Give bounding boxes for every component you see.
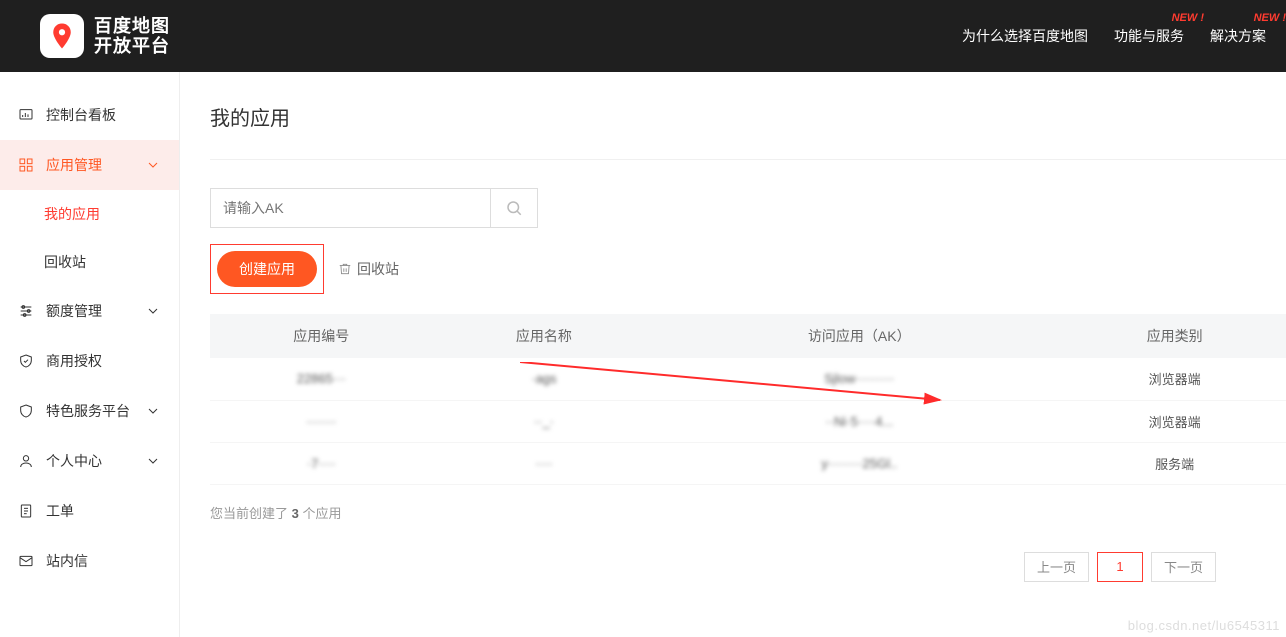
sidebar-my-apps[interactable]: 我的应用 [0, 190, 179, 238]
search-button[interactable] [490, 188, 538, 228]
sidebar-license[interactable]: 商用授权 [0, 336, 179, 386]
nav-solutions[interactable]: 解决方案NEW ! [1210, 26, 1266, 46]
sidebar-item-label: 额度管理 [46, 301, 102, 321]
new-badge: NEW ! [1172, 12, 1204, 24]
sidebar-item-label: 站内信 [46, 551, 88, 571]
sidebar-messages[interactable]: 站内信 [0, 536, 179, 586]
sidebar-item-label: 控制台看板 [46, 105, 116, 125]
table-row[interactable]: ·7···· ···· y········25Gl.. 服务端 [210, 442, 1286, 484]
watermark: blog.csdn.net/lu6545311 [1128, 618, 1280, 633]
sidebar-item-label: 特色服务平台 [46, 401, 130, 421]
main-panel: 我的应用 创建应用 回收站 应用编号 [180, 72, 1286, 637]
top-nav: 为什么选择百度地图 功能与服务NEW ! 解决方案NEW ! [962, 26, 1266, 46]
apps-table: 应用编号 应用名称 访问应用（AK） 应用类别 22865··· ·ags Sj… [210, 314, 1286, 485]
logo-text: 百度地图 开放平台 [94, 16, 170, 56]
sidebar-quota[interactable]: 额度管理 [0, 286, 179, 336]
chevron-down-icon [145, 303, 161, 319]
dashboard-icon [18, 107, 34, 123]
apps-card: 创建应用 回收站 应用编号 应用名称 访问应用（AK） 应用类别 [210, 159, 1286, 612]
prev-page-button[interactable]: 上一页 [1024, 552, 1089, 582]
sidebar-dashboard[interactable]: 控制台看板 [0, 90, 179, 140]
pagination: 上一页 1 下一页 [210, 522, 1286, 612]
sidebar-services[interactable]: 特色服务平台 [0, 386, 179, 436]
logo-icon [40, 14, 84, 58]
sidebar-apps[interactable]: 应用管理 [0, 140, 179, 190]
summary-text: 您当前创建了 3 个应用 [210, 503, 1286, 522]
page-title: 我的应用 [210, 102, 1286, 131]
sidebar-item-label: 工单 [46, 501, 74, 521]
doc-icon [18, 503, 34, 519]
col-name: 应用名称 [433, 314, 656, 358]
nav-features[interactable]: 功能与服务NEW ! [1114, 26, 1184, 46]
create-app-button[interactable]: 创建应用 [217, 251, 317, 287]
nav-why[interactable]: 为什么选择百度地图 [962, 26, 1088, 46]
apps-icon [18, 157, 34, 173]
chevron-down-icon [145, 157, 161, 173]
chevron-down-icon [145, 403, 161, 419]
col-type: 应用类别 [1063, 314, 1286, 358]
top-header: 百度地图 开放平台 为什么选择百度地图 功能与服务NEW ! 解决方案NEW ! [0, 0, 1286, 72]
page-1-button[interactable]: 1 [1097, 552, 1143, 582]
col-id: 应用编号 [210, 314, 433, 358]
table-row[interactable]: ······· ··_· ··Ni·5····4... 浏览器端 [210, 400, 1286, 442]
create-highlight-box: 创建应用 [210, 244, 324, 294]
sidebar-recycle[interactable]: 回收站 [0, 238, 179, 286]
search-icon [505, 199, 523, 217]
action-row: 创建应用 回收站 [210, 244, 1286, 294]
chevron-down-icon [145, 453, 161, 469]
sidebar-item-label: 个人中心 [46, 451, 102, 471]
mail-icon [18, 553, 34, 569]
sidebar-item-label: 应用管理 [46, 155, 102, 175]
sidebar-item-label: 商用授权 [46, 351, 102, 371]
search-row [210, 188, 1286, 228]
sliders-icon [18, 303, 34, 319]
trash-icon [338, 262, 352, 276]
sidebar: 控制台看板 应用管理 我的应用 回收站 额度管理 商用授权 特色服务平台 个人中… [0, 72, 180, 637]
user-icon [18, 453, 34, 469]
logo[interactable]: 百度地图 开放平台 [40, 14, 170, 58]
sidebar-profile[interactable]: 个人中心 [0, 436, 179, 486]
sidebar-tickets[interactable]: 工单 [0, 486, 179, 536]
col-ak: 访问应用（AK） [655, 314, 1063, 358]
recycle-link[interactable]: 回收站 [338, 259, 399, 279]
next-page-button[interactable]: 下一页 [1151, 552, 1216, 582]
tag-icon [18, 403, 34, 419]
table-header-row: 应用编号 应用名称 访问应用（AK） 应用类别 [210, 314, 1286, 358]
search-input[interactable] [210, 188, 490, 228]
shield-icon [18, 353, 34, 369]
table-row[interactable]: 22865··· ·ags Sjlow········· 浏览器端 [210, 358, 1286, 400]
new-badge: NEW ! [1254, 12, 1286, 24]
